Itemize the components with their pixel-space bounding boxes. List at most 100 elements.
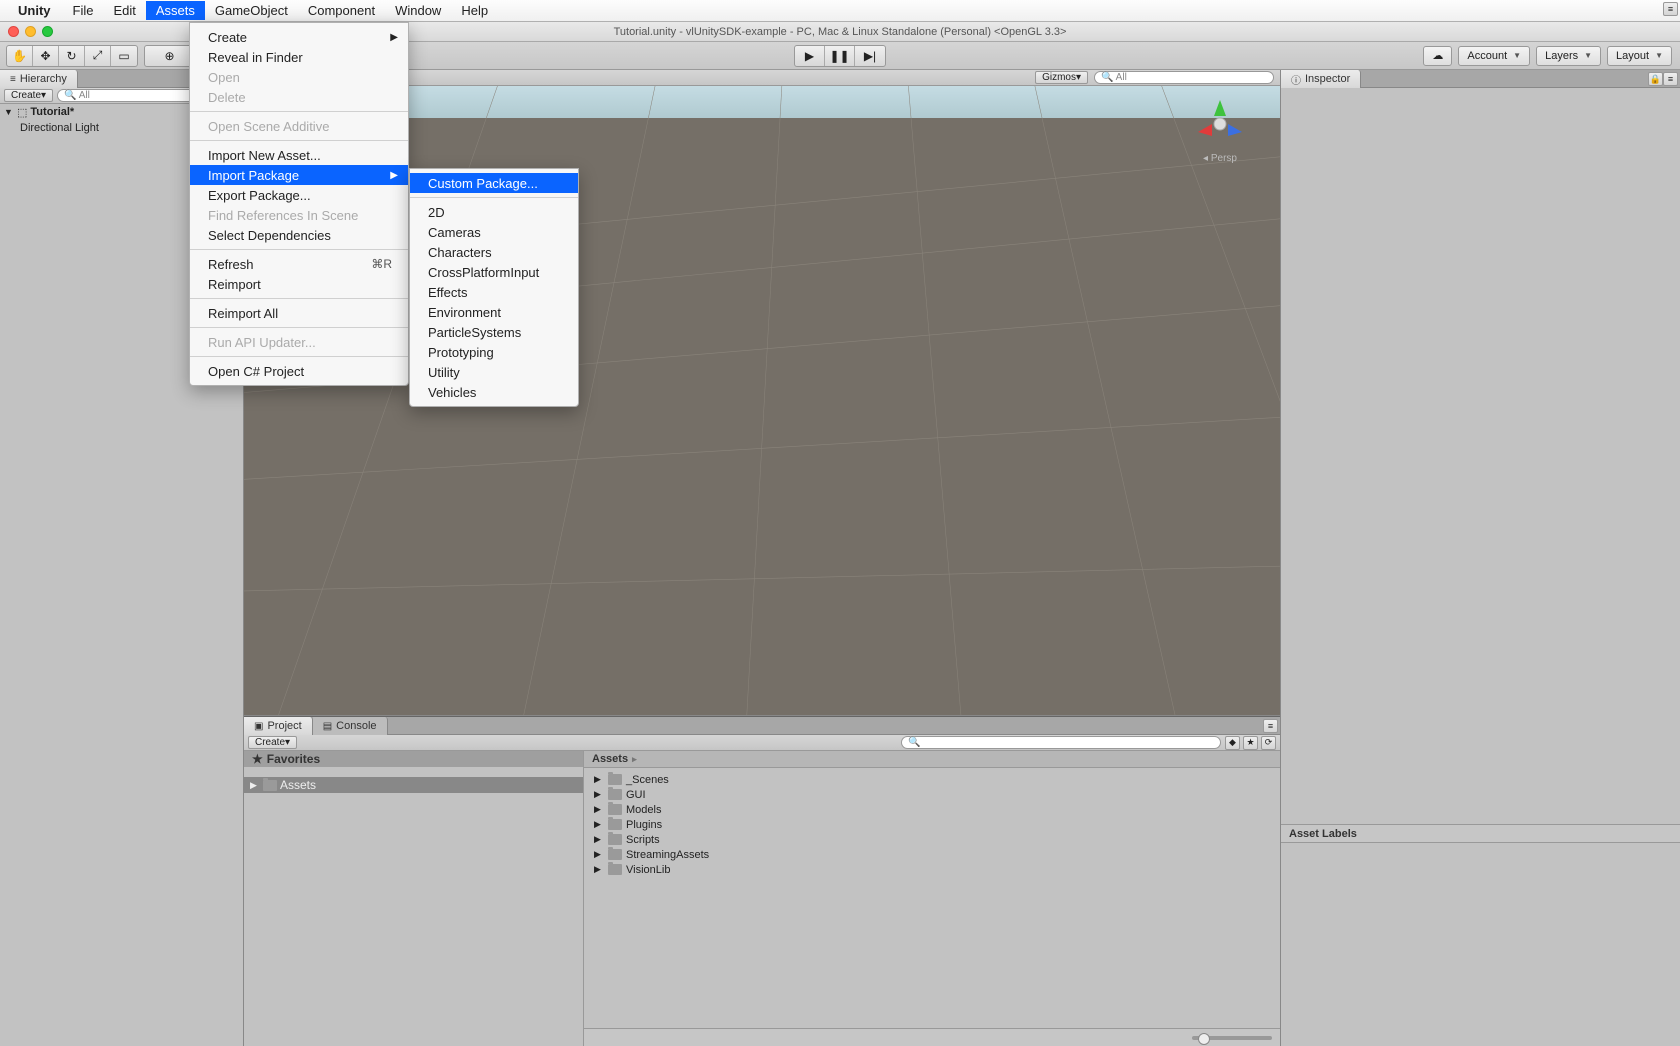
assets-menu-item[interactable]: Select Dependencies	[190, 225, 408, 245]
assets-menu-item: Open	[190, 67, 408, 87]
app-name[interactable]: Unity	[18, 3, 51, 18]
console-icon: ▤	[323, 721, 332, 732]
assets-menu-item[interactable]: Reimport	[190, 274, 408, 294]
move-tool[interactable]: ✥	[33, 46, 59, 66]
import-submenu-item[interactable]: Cameras	[410, 222, 578, 242]
import-submenu-item[interactable]: ParticleSystems	[410, 322, 578, 342]
assets-menu-item[interactable]: Reveal in Finder	[190, 47, 408, 67]
pause-button[interactable]: ❚❚	[825, 46, 855, 66]
icon-size-slider[interactable]	[1192, 1036, 1272, 1040]
project-search[interactable]: 🔍	[901, 736, 1221, 749]
menu-window[interactable]: Window	[385, 1, 451, 20]
project-footer	[584, 1028, 1280, 1046]
rotate-tool[interactable]: ↻	[59, 46, 85, 66]
folder-icon: ▣	[254, 721, 263, 732]
scene-search[interactable]: 🔍 All	[1094, 71, 1274, 84]
assets-menu-item[interactable]: Open C# Project	[190, 361, 408, 381]
assets-menu-item: Find References In Scene	[190, 205, 408, 225]
import-submenu-item[interactable]: Custom Package...	[410, 173, 578, 193]
folder-item[interactable]: ▶VisionLib	[584, 862, 1280, 877]
folder-item[interactable]: ▶Plugins	[584, 817, 1280, 832]
menu-assets[interactable]: Assets	[146, 1, 205, 20]
filter-button-3[interactable]: ⟳	[1261, 736, 1276, 750]
assets-menu-item[interactable]: Refresh⌘R	[190, 254, 408, 274]
hand-tool[interactable]: ✋	[7, 46, 33, 66]
window-maximize-button[interactable]	[42, 26, 53, 37]
folder-icon	[608, 819, 622, 830]
folder-icon	[608, 804, 622, 815]
window-minimize-button[interactable]	[25, 26, 36, 37]
gizmos-dropdown[interactable]: Gizmos ▾	[1035, 71, 1088, 84]
import-submenu-item[interactable]: CrossPlatformInput	[410, 262, 578, 282]
folder-icon	[608, 834, 622, 845]
asset-labels-body	[1281, 842, 1680, 1046]
panel-menu-icon[interactable]: ≡	[1663, 72, 1678, 86]
folder-item[interactable]: ▶_Scenes	[584, 772, 1280, 787]
assets-root[interactable]: ▶Assets	[244, 777, 583, 793]
project-breadcrumb[interactable]: Assets ▸	[584, 751, 1280, 768]
import-submenu-item[interactable]: Prototyping	[410, 342, 578, 362]
import-submenu-item[interactable]: Environment	[410, 302, 578, 322]
folder-item[interactable]: ▶Models	[584, 802, 1280, 817]
import-submenu-item[interactable]: Effects	[410, 282, 578, 302]
asset-labels-bar: Asset Labels	[1281, 824, 1680, 842]
inspector-panel: ⓘInspector 🔒≡ Asset Labels	[1280, 70, 1680, 1046]
panel-menu-icon[interactable]: ≡	[1263, 719, 1278, 733]
menu-gameobject[interactable]: GameObject	[205, 1, 298, 20]
pivot-center[interactable]: ⊕	[145, 46, 195, 66]
filter-button-1[interactable]: ◆	[1225, 736, 1240, 750]
assets-dropdown: Create▶Reveal in FinderOpenDeleteOpen Sc…	[189, 22, 409, 386]
info-icon: ⓘ	[1291, 72, 1301, 87]
layers-dropdown[interactable]: Layers▼	[1536, 46, 1601, 66]
menu-component[interactable]: Component	[298, 1, 385, 20]
menu-file[interactable]: File	[63, 1, 104, 20]
import-package-submenu: Custom Package... 2DCamerasCharactersCros…	[409, 168, 579, 407]
favorites-header[interactable]: ★Favorites	[244, 751, 583, 767]
account-label: Account	[1467, 50, 1507, 62]
assets-menu-item[interactable]: Reimport All	[190, 303, 408, 323]
layout-dropdown[interactable]: Layout▼	[1607, 46, 1672, 66]
menu-edit[interactable]: Edit	[103, 1, 145, 20]
step-button[interactable]: ▶|	[855, 46, 885, 66]
folder-item[interactable]: ▶Scripts	[584, 832, 1280, 847]
account-dropdown[interactable]: Account▼	[1458, 46, 1530, 66]
filter-button-2[interactable]: ★	[1243, 736, 1258, 750]
assets-menu-item[interactable]: Create▶	[190, 27, 408, 47]
assets-menu-item[interactable]: Import Package▶	[190, 165, 408, 185]
play-controls: ▶ ❚❚ ▶|	[794, 45, 886, 67]
layout-label: Layout	[1616, 50, 1649, 62]
assets-menu-item[interactable]: Import New Asset...	[190, 145, 408, 165]
folder-item[interactable]: ▶GUI	[584, 787, 1280, 802]
cloud-button[interactable]: ☁	[1423, 46, 1452, 66]
console-tab[interactable]: ▤Console	[313, 717, 388, 735]
project-tab[interactable]: ▣Project	[244, 717, 313, 735]
folder-icon	[608, 774, 622, 785]
transform-tools: ✋ ✥ ↻ ⤢ ▭	[6, 45, 138, 67]
project-create-button[interactable]: Create ▾	[248, 736, 297, 749]
hierarchy-icon: ≡	[10, 74, 16, 85]
folder-item[interactable]: ▶StreamingAssets	[584, 847, 1280, 862]
hierarchy-tab[interactable]: ≡Hierarchy	[0, 70, 78, 88]
panel-menu-icon[interactable]: ≡	[1663, 2, 1678, 16]
assets-menu-item: Open Scene Additive	[190, 116, 408, 136]
window-close-button[interactable]	[8, 26, 19, 37]
scene-gizmo[interactable]: ◂ Persp	[1190, 98, 1250, 164]
folder-icon	[608, 849, 622, 860]
mac-menubar: Unity File Edit Assets GameObject Compon…	[0, 0, 1680, 22]
rect-tool[interactable]: ▭	[111, 46, 137, 66]
assets-menu-item[interactable]: Export Package...	[190, 185, 408, 205]
folder-icon	[263, 780, 277, 791]
import-submenu-item[interactable]: Vehicles	[410, 382, 578, 402]
scale-tool[interactable]: ⤢	[85, 46, 111, 66]
hierarchy-create-button[interactable]: Create ▾	[4, 89, 53, 102]
inspector-tab[interactable]: ⓘInspector	[1281, 70, 1361, 88]
unity-icon: ⬚	[17, 106, 27, 119]
project-tree[interactable]: ★Favorites ▶Assets	[244, 751, 584, 1046]
import-submenu-item[interactable]: 2D	[410, 202, 578, 222]
import-submenu-item[interactable]: Characters	[410, 242, 578, 262]
import-submenu-item[interactable]: Utility	[410, 362, 578, 382]
menu-help[interactable]: Help	[451, 1, 498, 20]
play-button[interactable]: ▶	[795, 46, 825, 66]
folder-list: ▶_Scenes ▶GUI ▶Models ▶Plugins ▶Scripts …	[584, 768, 1280, 881]
lock-icon[interactable]: 🔒	[1648, 72, 1663, 86]
